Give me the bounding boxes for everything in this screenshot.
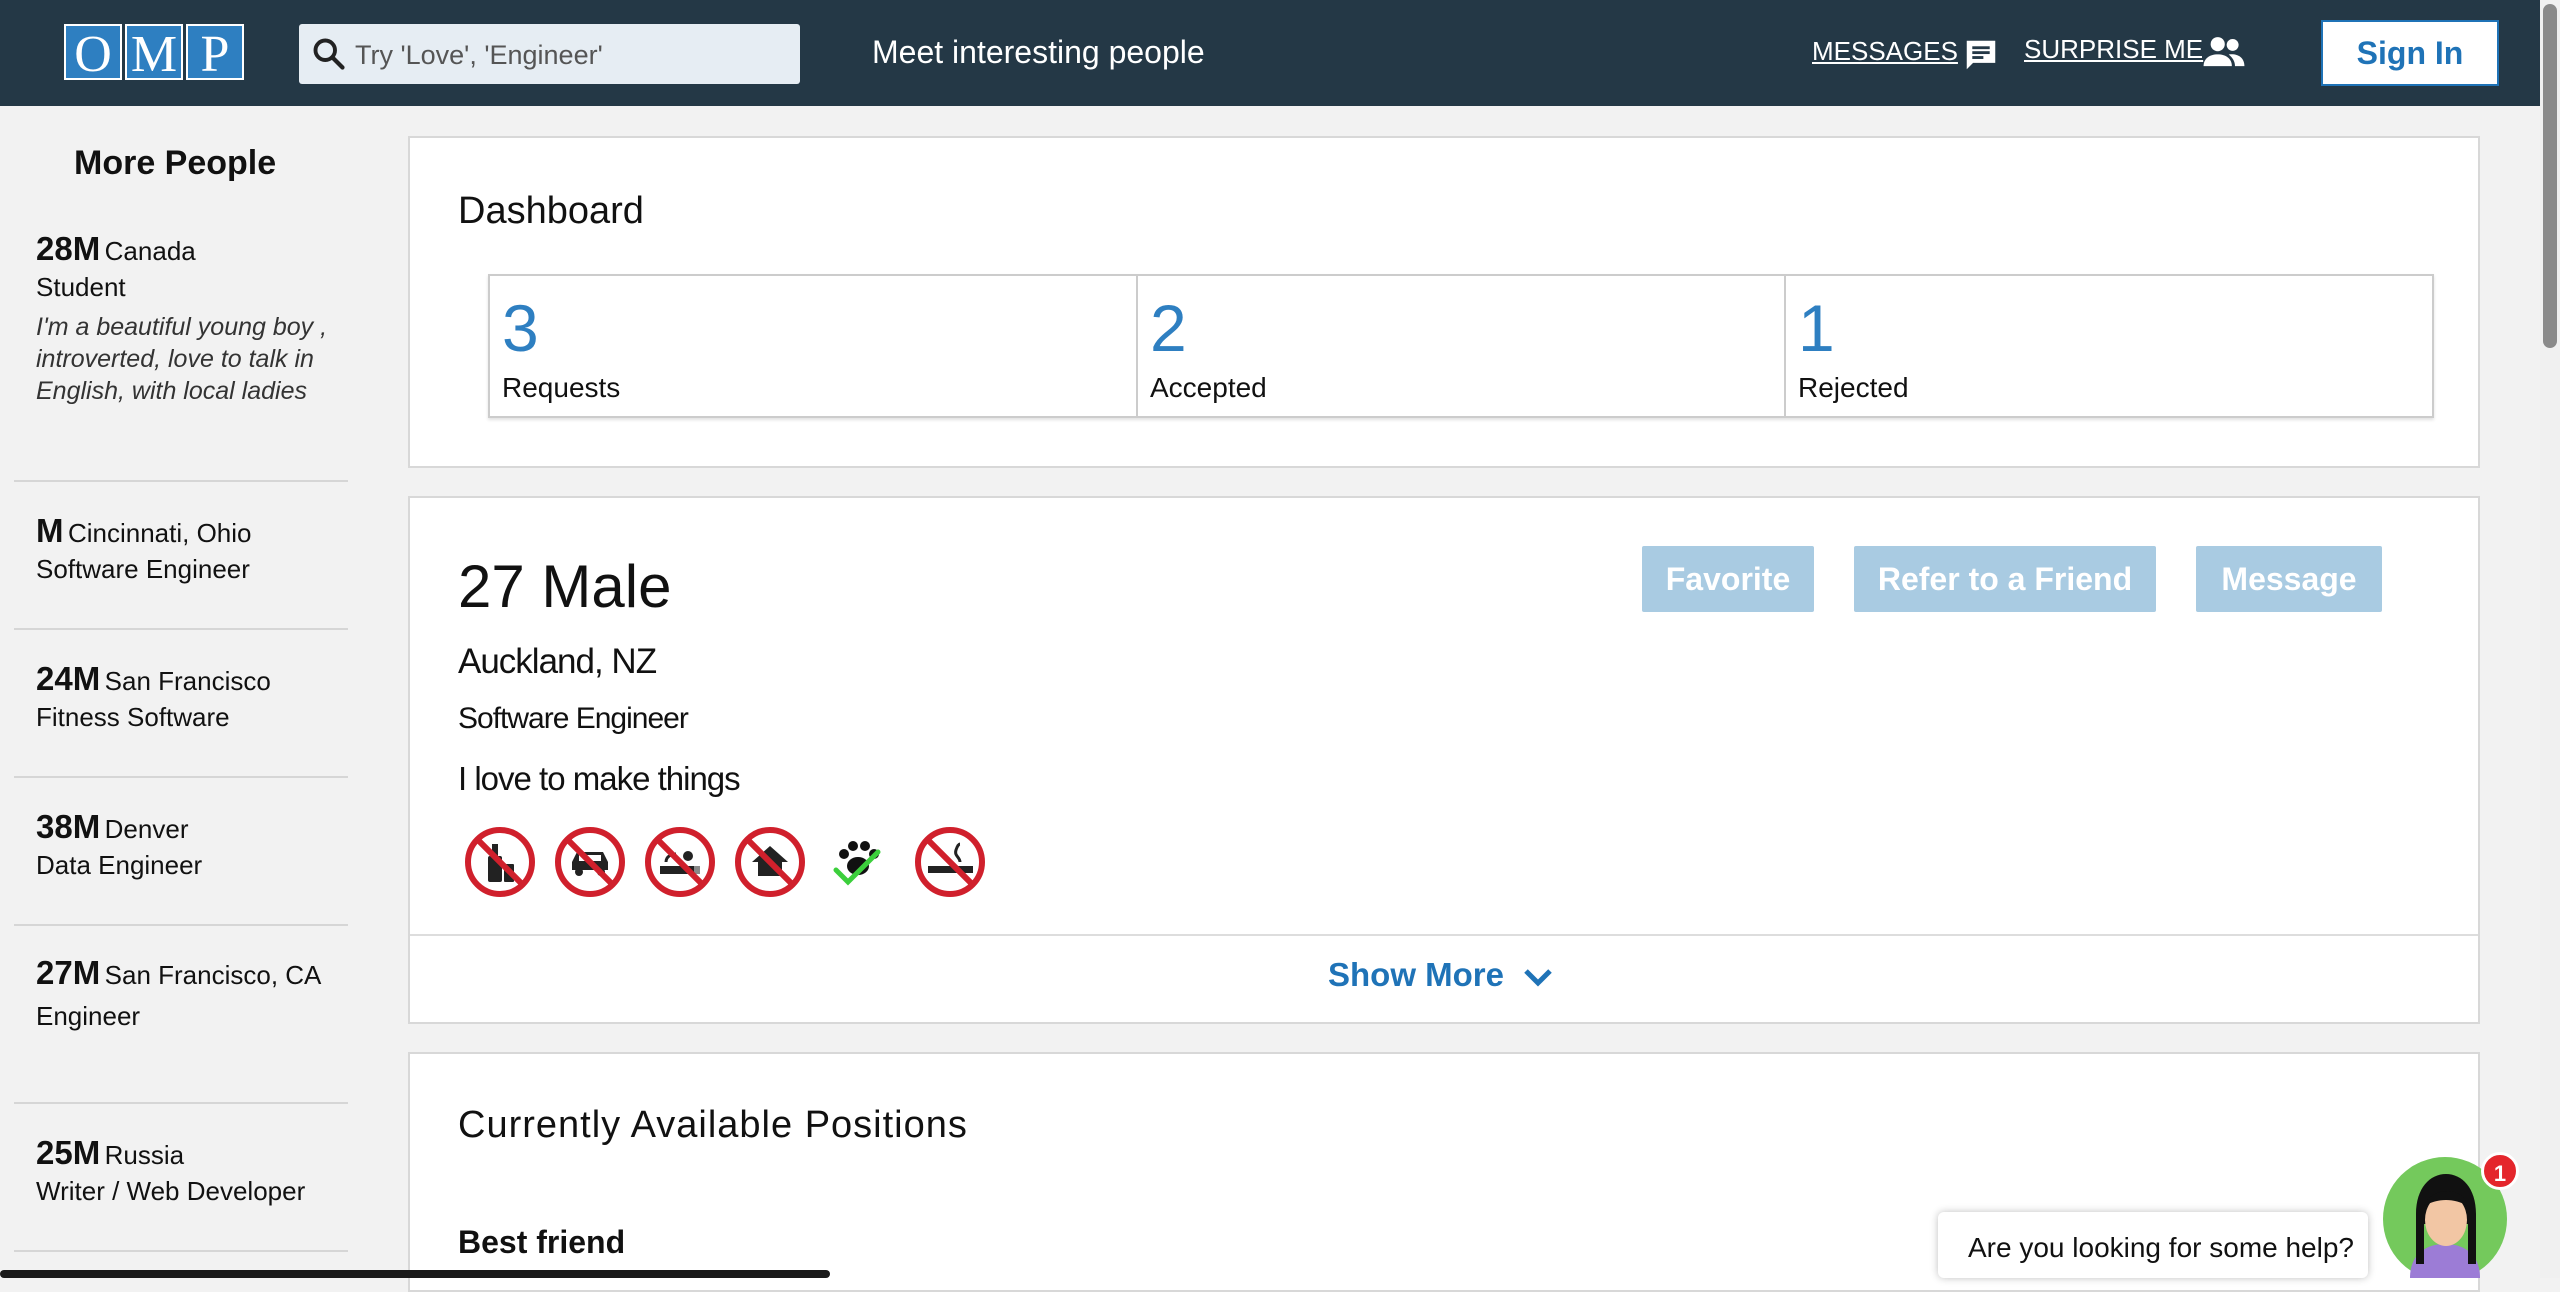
positions-title: Currently Available Positions [458, 1104, 968, 1146]
person-job: Fitness Software [36, 702, 230, 732]
habit-icons [464, 826, 986, 898]
stat-requests[interactable]: 3 Requests [490, 276, 1138, 416]
person-card[interactable]: 38M Denver Data Engineer [14, 808, 348, 926]
no-drugs-icon [645, 827, 715, 897]
show-more-label: Show More [1328, 956, 1505, 993]
notification-badge: 1 [2481, 1152, 2519, 1190]
stat-rejected[interactable]: 1 Rejected [1786, 276, 2432, 416]
person-card[interactable]: 28M Canada Student I'm a beautiful young… [14, 230, 348, 482]
person-age: 28M [36, 230, 101, 267]
dashboard-stats: 3 Requests 2 Accepted 1 Rejected [488, 274, 2434, 418]
pets-ok-icon [833, 841, 881, 886]
person-location: Denver [104, 814, 189, 844]
stat-value: 1 [1798, 291, 1835, 365]
person-location: Cincinnati, Ohio [67, 518, 252, 548]
person-job: Writer / Web Developer [36, 1176, 306, 1206]
bottom-progress-strip [0, 1270, 830, 1278]
person-job: Engineer [36, 1001, 141, 1031]
page-scrollbar[interactable] [2540, 0, 2560, 1278]
stat-value: 2 [1150, 291, 1187, 365]
stat-label: Accepted [1150, 372, 1267, 403]
logo-letter-m: M [125, 24, 183, 83]
scrollbar-thumb[interactable] [2543, 4, 2557, 348]
profile-job: Software Engineer [458, 702, 689, 735]
no-car-icon [555, 827, 625, 897]
person-location: Canada [104, 236, 196, 266]
message-icon[interactable] [1962, 36, 2000, 74]
stat-value: 3 [502, 291, 539, 365]
help-text: Are you looking for some help? [1968, 1232, 2354, 1263]
position-name[interactable]: Best friend [458, 1224, 625, 1261]
favorite-button[interactable]: Favorite [1642, 546, 1814, 612]
refer-friend-button[interactable]: Refer to a Friend [1854, 546, 2156, 612]
person-location: San Francisco, CA [104, 960, 322, 990]
search-box[interactable] [299, 24, 800, 84]
person-job: Software Engineer [36, 554, 250, 584]
omp-logo[interactable]: O M P [64, 24, 244, 83]
logo-letter-p: P [186, 24, 244, 83]
dashboard-card: Dashboard 3 Requests 2 Accepted 1 Reject… [408, 136, 2480, 468]
person-card[interactable]: 27M San Francisco, CA Engineer [14, 956, 348, 1104]
person-age: 27M [36, 954, 101, 991]
person-location: San Francisco [104, 666, 271, 696]
stat-label: Requests [502, 372, 621, 403]
no-house-icon [735, 827, 805, 897]
person-age: 24M [36, 660, 101, 697]
show-more-link[interactable]: Show More [1328, 956, 1553, 994]
no-smoking-icon [915, 827, 985, 897]
chevron-down-icon [1524, 969, 1552, 987]
sign-in-button[interactable]: Sign In [2321, 20, 2499, 86]
surprise-me-link[interactable]: SURPRISE ME [2024, 34, 2203, 65]
search-input[interactable] [353, 32, 787, 78]
person-age: 25M [36, 1134, 101, 1171]
dashboard-title: Dashboard [458, 190, 644, 232]
person-age: 38M [36, 808, 101, 845]
profile-age-gender: 27 Male [458, 553, 672, 620]
person-card[interactable]: M Cincinnati, Ohio Software Engineer [14, 512, 348, 630]
person-job: Data Engineer [36, 850, 203, 880]
show-more-bar[interactable]: Show More [410, 934, 2478, 1020]
profile-card: 27 Male Auckland, NZ Software Engineer I… [408, 496, 2480, 1024]
logo-letter-o: O [64, 24, 122, 83]
person-job: Student [36, 272, 126, 302]
person-card[interactable]: 24M San Francisco Fitness Software [14, 660, 348, 778]
sidebar-title: More People [74, 144, 277, 182]
message-button[interactable]: Message [2196, 546, 2382, 612]
top-nav-bar: O M P Meet interesting people MESSAGES S… [0, 0, 2540, 106]
stat-label: Rejected [1798, 372, 1909, 403]
messages-link[interactable]: MESSAGES [1812, 36, 1958, 67]
no-drinking-icon [465, 827, 535, 897]
more-people-sidebar: More People 28M Canada Student I'm a bea… [14, 106, 348, 1278]
stat-accepted[interactable]: 2 Accepted [1138, 276, 1786, 416]
person-location: Russia [104, 1140, 185, 1170]
people-icon[interactable] [2202, 34, 2246, 70]
profile-bio: I love to make things [458, 760, 741, 797]
person-card[interactable]: 25M Russia Writer / Web Developer [14, 1134, 348, 1252]
profile-location: Auckland, NZ [458, 642, 657, 681]
help-bubble[interactable]: Are you looking for some help? [1938, 1212, 2368, 1278]
search-icon [313, 38, 345, 70]
person-bio: I'm a beautiful young boy , introverted,… [36, 313, 328, 405]
person-age: M [36, 512, 64, 549]
tagline: Meet interesting people [872, 34, 1205, 70]
